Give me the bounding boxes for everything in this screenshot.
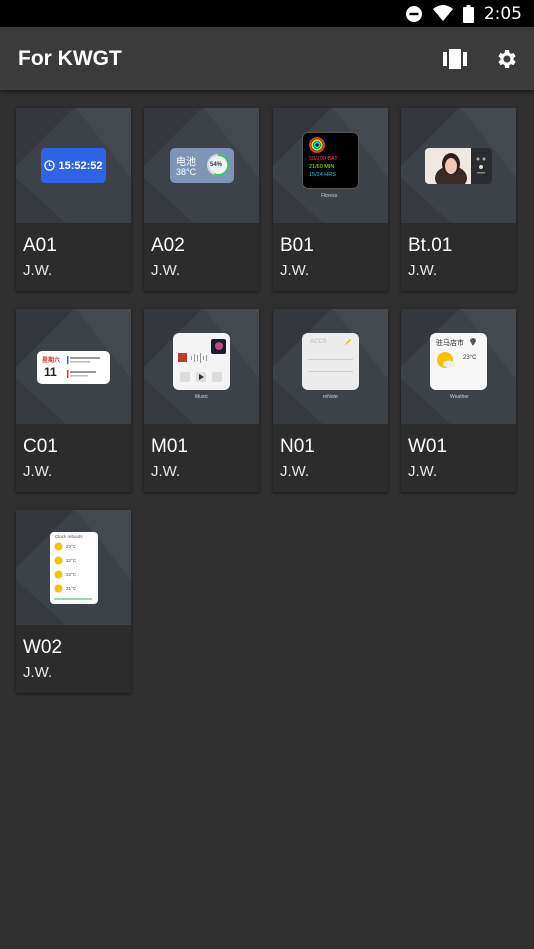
waveform-icon — [178, 353, 207, 363]
widget-thumbnail: 15:52:52 — [16, 108, 131, 223]
preview-line3: 15/24 HRS — [309, 172, 336, 178]
widget-author: J.W. — [151, 262, 181, 279]
widgets-carousel-icon — [443, 48, 467, 69]
status-bar: 2:05 — [0, 0, 534, 27]
widget-thumbnail: 驻马店市 23°C Weather — [401, 309, 516, 424]
forecast-temp: 22°C — [66, 544, 77, 549]
widget-thumbnail: 电池 38°C 54% — [144, 108, 259, 223]
preview-day: 11 — [44, 365, 57, 379]
activity-rings-icon — [309, 137, 325, 153]
widget-card-a02[interactable]: 电池 38°C 54% A02 J.W. — [144, 108, 259, 291]
preview-caption: Weather — [450, 394, 469, 400]
widget-thumbnail: 星期六 11 — [16, 309, 131, 424]
widget-author: J.W. — [408, 463, 438, 480]
widget-thumbnail: Music — [144, 309, 259, 424]
battery-icon — [462, 4, 474, 23]
control-dots-icon — [476, 157, 486, 174]
playback-controls-icon — [180, 372, 222, 382]
photo-widget-preview — [425, 148, 492, 184]
portrait-photo — [425, 148, 471, 184]
forecast-temp: 22°C — [66, 558, 77, 563]
sun-cloud-icon — [437, 352, 455, 368]
preview-caption: Fitness — [321, 193, 338, 199]
widget-card-n01[interactable]: ACCS mNote N01 J.W. — [273, 309, 388, 492]
widget-card-m01[interactable]: Music M01 J.W. — [144, 309, 259, 492]
clock-widget-preview: 15:52:52 — [41, 148, 106, 183]
widget-card-a01[interactable]: 15:52:52 A01 J.W. — [16, 108, 131, 291]
widget-author: J.W. — [23, 463, 53, 480]
widget-name: C01 — [23, 436, 58, 457]
widget-author: J.W. — [280, 463, 310, 480]
widget-author: J.W. — [408, 262, 438, 279]
widget-card-bt01[interactable]: Bt.01 J.W. — [401, 108, 516, 291]
preview-time: 15:52:52 — [58, 159, 103, 172]
location-pin-icon — [470, 338, 476, 346]
preview-city: 驻马店市 — [436, 340, 464, 347]
widget-name: N01 — [280, 436, 315, 457]
pencil-icon — [345, 339, 351, 345]
app-bar: For KWGT — [0, 27, 534, 90]
widget-thumbnail — [401, 108, 516, 223]
widget-card-b01[interactable]: 58/100 BAT 21/60 MIN 15/24 HRS Fitness B… — [273, 108, 388, 291]
preview-line1: 58/100 BAT — [309, 156, 338, 162]
widget-name: M01 — [151, 436, 188, 457]
preview-caption: mNote — [323, 394, 338, 400]
widget-name: A01 — [23, 235, 57, 256]
battery-widget-preview: 电池 38°C 54% — [170, 148, 234, 183]
widget-author: J.W. — [23, 262, 53, 279]
fitness-widget-preview: 58/100 BAT 21/60 MIN 15/24 HRS — [302, 132, 359, 189]
widgets-carousel-button[interactable] — [440, 44, 470, 74]
widget-thumbnail: Clock reboots 22°C 22°C 22°C 21°C — [16, 510, 131, 625]
status-time: 2:05 — [483, 3, 522, 24]
settings-button[interactable] — [492, 44, 522, 74]
preview-temp: 38°C — [176, 167, 197, 177]
calendar-widget-preview: 星期六 11 — [37, 351, 110, 384]
preview-caption: Music — [195, 394, 209, 400]
wifi-icon — [432, 5, 453, 22]
preview-header: ACCS — [310, 339, 327, 345]
forecast-temp: 21°C — [66, 586, 77, 591]
do-not-disturb-icon — [405, 5, 423, 23]
widget-author: J.W. — [280, 262, 310, 279]
weather-widget-preview: 驻马店市 23°C — [430, 333, 487, 390]
clock-icon — [44, 160, 56, 171]
note-widget-preview: ACCS — [302, 333, 359, 390]
preview-label: 电池 — [176, 157, 196, 168]
preview-line2: 21/60 MIN — [309, 164, 335, 170]
widget-thumbnail: ACCS mNote — [273, 309, 388, 424]
forecast-sun-icon — [54, 556, 63, 565]
widget-author: J.W. — [151, 463, 181, 480]
widget-name: B01 — [280, 235, 314, 256]
forecast-temp: 22°C — [66, 572, 77, 577]
preview-weekday: 星期六 — [42, 358, 61, 364]
widget-name: W02 — [23, 637, 63, 658]
widget-card-w02[interactable]: Clock reboots 22°C 22°C 22°C 21°C W02 J.… — [16, 510, 131, 693]
widget-name: Bt.01 — [408, 235, 453, 256]
preview-temp: 23°C — [463, 355, 477, 361]
forecast-sun-icon — [54, 570, 63, 579]
forecast-sun-icon — [54, 584, 63, 593]
widget-name: W01 — [408, 436, 448, 457]
music-widget-preview — [173, 333, 230, 390]
preview-percent: 54% — [210, 162, 223, 168]
weather-forecast-preview: Clock reboots 22°C 22°C 22°C 21°C — [50, 532, 98, 604]
widget-name: A02 — [151, 235, 185, 256]
settings-gear-icon — [498, 49, 516, 68]
widget-card-w01[interactable]: 驻马店市 23°C Weather W01 J.W. — [401, 309, 516, 492]
widget-author: J.W. — [23, 664, 53, 681]
widget-thumbnail: 58/100 BAT 21/60 MIN 15/24 HRS Fitness — [273, 108, 388, 223]
widget-card-c01[interactable]: 星期六 11 C01 J.W. — [16, 309, 131, 492]
forecast-sun-icon — [54, 542, 63, 551]
album-art — [211, 339, 226, 354]
preview-header: Clock reboots — [55, 534, 83, 539]
app-title: For KWGT — [18, 46, 122, 70]
event-list-icon — [67, 356, 100, 378]
